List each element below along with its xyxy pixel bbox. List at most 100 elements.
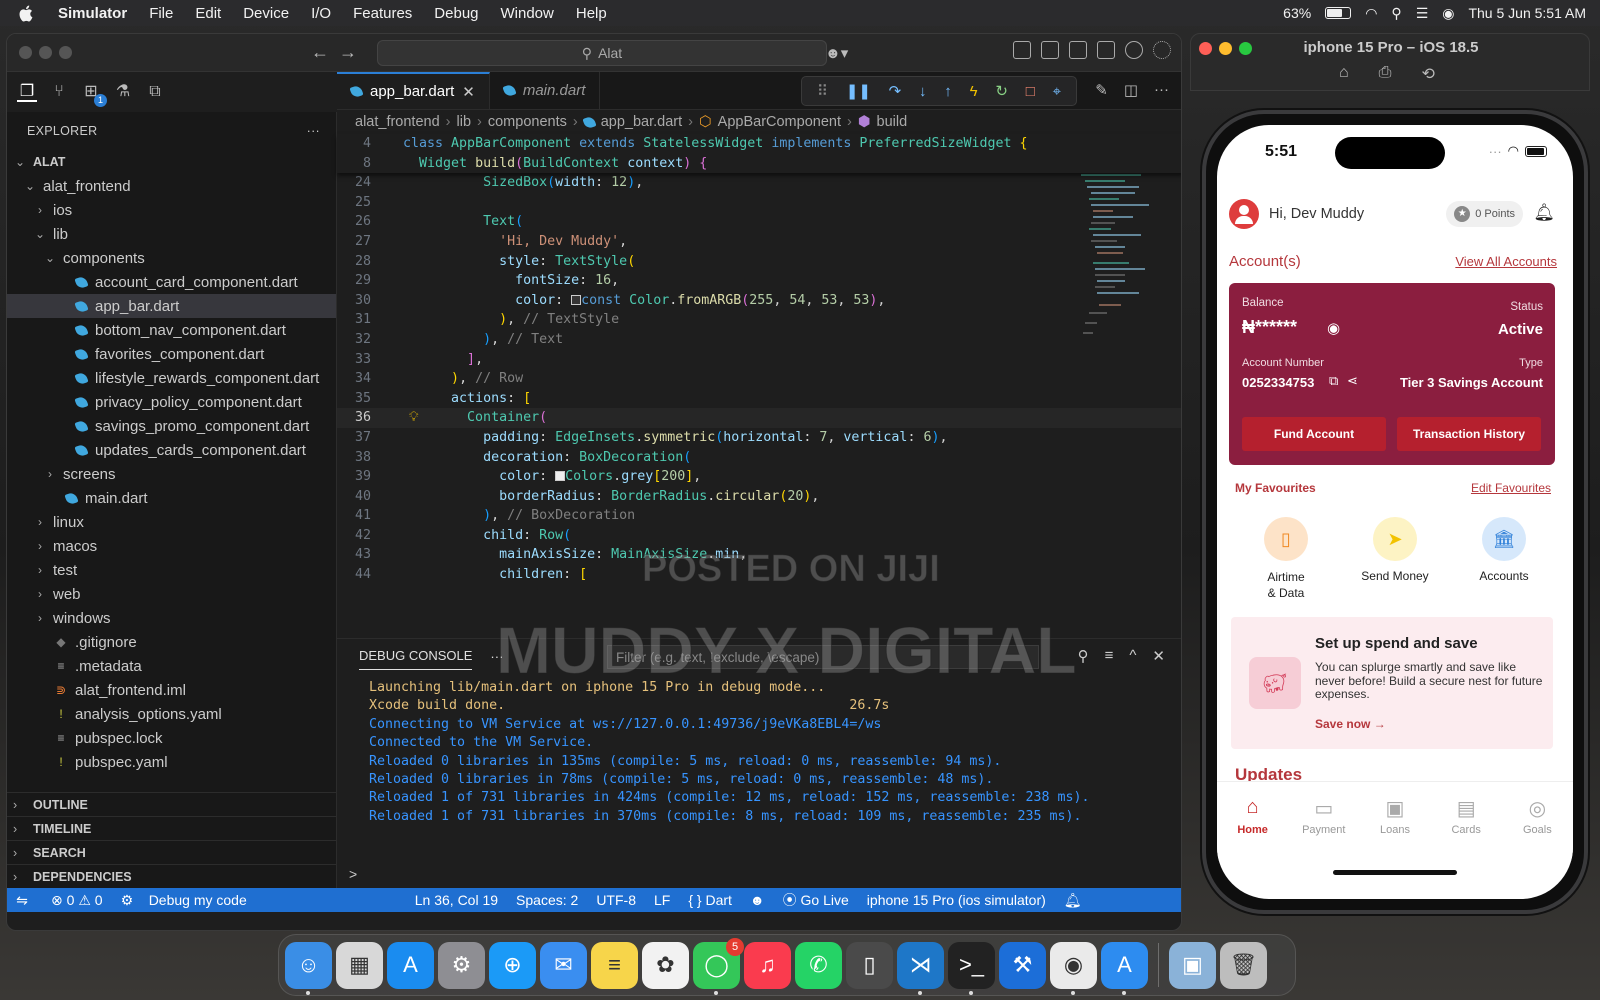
problems-indicator[interactable]: ⊗ 0 ⚠ 0: [51, 892, 103, 909]
favourite-airtime-data[interactable]: ▯ Airtime & Data: [1241, 517, 1331, 601]
search-icon[interactable]: ⚲: [1078, 647, 1089, 665]
notifications-bell-icon[interactable]: 🔔︎: [1064, 892, 1082, 909]
home-indicator[interactable]: [1333, 870, 1457, 875]
widget-inspector-icon[interactable]: ⌖: [1053, 83, 1061, 100]
command-center-search[interactable]: ⚲ Alat: [377, 40, 827, 66]
dock-finder-icon[interactable]: ☺: [285, 941, 332, 995]
tab-debug-console[interactable]: DEBUG CONSOLE: [359, 648, 473, 670]
lightbulb-icon[interactable]: 💡︎: [409, 408, 418, 428]
dock-app-store-icon[interactable]: A: [387, 941, 434, 989]
eye-icon[interactable]: ◉: [1327, 319, 1340, 337]
dock-notes-icon[interactable]: ≡: [591, 941, 638, 989]
indentation[interactable]: Spaces: 2: [516, 892, 578, 908]
favourite-send-money[interactable]: ➤ Send Money: [1350, 517, 1440, 601]
menu-io[interactable]: I/O: [311, 5, 331, 22]
breadcrumb-item[interactable]: alat_frontend: [355, 114, 440, 130]
tree-item[interactable]: app_bar.dart: [7, 294, 336, 318]
nav-home[interactable]: ⌂ Home: [1223, 796, 1283, 861]
control-center-icon[interactable]: ☰: [1416, 5, 1429, 22]
dock-system-settings-icon[interactable]: ⚙: [438, 941, 485, 989]
menu-features[interactable]: Features: [353, 5, 412, 22]
go-live-button[interactable]: ⦿ Go Live: [783, 890, 849, 910]
code-line[interactable]: 42 child: Row(: [337, 526, 1181, 546]
notification-bell-icon[interactable]: 🔔︎: [1533, 203, 1555, 223]
code-line[interactable]: 8 Widget build(BuildContext context) {: [337, 154, 1181, 174]
transaction-history-button[interactable]: Transaction History: [1397, 417, 1541, 451]
debug-launch-status[interactable]: ⚙ Debug my code: [121, 892, 247, 909]
tree-item[interactable]: › web: [7, 582, 336, 606]
stop-icon[interactable]: □: [1026, 83, 1035, 100]
tree-item[interactable]: savings_promo_component.dart: [7, 414, 336, 438]
tree-item[interactable]: account_card_component.dart: [7, 270, 336, 294]
tree-item[interactable]: ≡ pubspec.lock: [7, 726, 336, 750]
tree-item[interactable]: › linux: [7, 510, 336, 534]
avatar[interactable]: [1229, 199, 1259, 229]
toggle-secondary-sidebar-icon[interactable]: [1097, 41, 1115, 59]
section-outline[interactable]: › OUTLINE: [7, 792, 337, 816]
pause-icon[interactable]: ❚❚: [846, 82, 871, 100]
code-line[interactable]: 39 color: Colors.grey[200],: [337, 467, 1181, 487]
drag-handle-icon[interactable]: ⠿: [817, 82, 828, 100]
tree-item[interactable]: lifestyle_rewards_component.dart: [7, 366, 336, 390]
section-search[interactable]: › SEARCH: [7, 840, 337, 864]
maximize-panel-icon[interactable]: ^: [1129, 647, 1136, 665]
back-arrow-icon[interactable]: ←: [311, 42, 329, 63]
explorer-files-icon[interactable]: ❐: [17, 82, 37, 102]
tree-item[interactable]: › screens: [7, 462, 336, 486]
battery-icon[interactable]: [1325, 7, 1352, 19]
extensions-icon[interactable]: ⊞ 1: [81, 82, 107, 107]
code-line[interactable]: 41 ), // BoxDecoration: [337, 506, 1181, 526]
tree-item[interactable]: › ios: [7, 198, 336, 222]
tree-item[interactable]: › windows: [7, 606, 336, 630]
breadcrumb-item[interactable]: build: [877, 114, 908, 130]
code-line[interactable]: 29 fontSize: 16,: [337, 271, 1181, 291]
code-line[interactable]: 28 style: TextStyle(: [337, 252, 1181, 272]
tree-item[interactable]: ⌄ alat_frontend: [7, 174, 336, 198]
menu-window[interactable]: Window: [501, 5, 554, 22]
dock-xcode-icon[interactable]: ⚒: [999, 941, 1046, 989]
dock-music-icon[interactable]: ♫: [744, 941, 791, 989]
tree-item[interactable]: ⋑ alat_frontend.iml: [7, 678, 336, 702]
code-line[interactable]: 26 Text(: [337, 212, 1181, 232]
dock-mail-icon[interactable]: ✉: [540, 941, 587, 989]
menubar-clock[interactable]: Thu 5 Jun 5:51 AM: [1468, 5, 1586, 21]
breadcrumb-item[interactable]: app_bar.dart: [601, 114, 682, 130]
code-line[interactable]: 38 decoration: BoxDecoration(: [337, 448, 1181, 468]
toggle-sidebar-icon[interactable]: [1041, 41, 1059, 59]
tree-item[interactable]: ⌄ ALAT: [7, 150, 336, 174]
save-now-link[interactable]: Save now →: [1315, 717, 1386, 731]
code-line[interactable]: 43 mainAxisSize: MainAxisSize.min,: [337, 545, 1181, 565]
window-close-button[interactable]: [19, 46, 32, 59]
current-code-line[interactable]: 36 💡︎ Container(: [337, 408, 1181, 428]
code-line[interactable]: 34 ), // Row: [337, 369, 1181, 389]
code-line[interactable]: 27 'Hi, Dev Muddy',: [337, 232, 1181, 252]
tree-item[interactable]: › test: [7, 558, 336, 582]
dock-preview-icon[interactable]: ▣: [1169, 941, 1216, 989]
menu-help[interactable]: Help: [576, 5, 607, 22]
accounts-icon[interactable]: [1125, 41, 1143, 59]
code-line[interactable]: 37 padding: EdgeInsets.symmetric(horizon…: [337, 428, 1181, 448]
step-into-icon[interactable]: ↓: [919, 83, 927, 100]
dock-trash-icon[interactable]: 🗑: [1220, 941, 1267, 989]
more-actions-icon[interactable]: ···: [1154, 81, 1169, 99]
clear-console-icon[interactable]: ≡: [1105, 647, 1114, 665]
savings-promo-card[interactable]: 🐖︎ Set up spend and save You can splurge…: [1231, 617, 1553, 749]
dock-whatsapp-icon[interactable]: ✆: [795, 941, 842, 989]
dock-simulator-icon[interactable]: A: [1101, 941, 1148, 995]
code-line[interactable]: 32 ), // Text: [337, 330, 1181, 350]
customize-layout-icon[interactable]: [1013, 41, 1031, 59]
apple-menu-icon[interactable]: [12, 0, 38, 26]
tree-item[interactable]: ! analysis_options.yaml: [7, 702, 336, 726]
window-minimize-button[interactable]: [39, 46, 52, 59]
edit-pencil-icon[interactable]: ✎: [1095, 81, 1108, 99]
cursor-position[interactable]: Ln 36, Col 19: [415, 892, 498, 908]
restart-icon[interactable]: ↻: [995, 82, 1008, 100]
dock-launchpad-icon[interactable]: ▦: [336, 941, 383, 989]
tab-main-dart[interactable]: main.dart: [490, 72, 601, 109]
explorer-more-actions-icon[interactable]: ···: [307, 124, 320, 138]
siri-icon[interactable]: ◉: [1442, 5, 1454, 22]
close-panel-icon[interactable]: ✕: [1152, 647, 1165, 665]
tree-item[interactable]: privacy_policy_component.dart: [7, 390, 336, 414]
breadcrumb-item[interactable]: lib: [457, 114, 472, 130]
testing-flask-icon[interactable]: ⚗: [113, 82, 133, 102]
